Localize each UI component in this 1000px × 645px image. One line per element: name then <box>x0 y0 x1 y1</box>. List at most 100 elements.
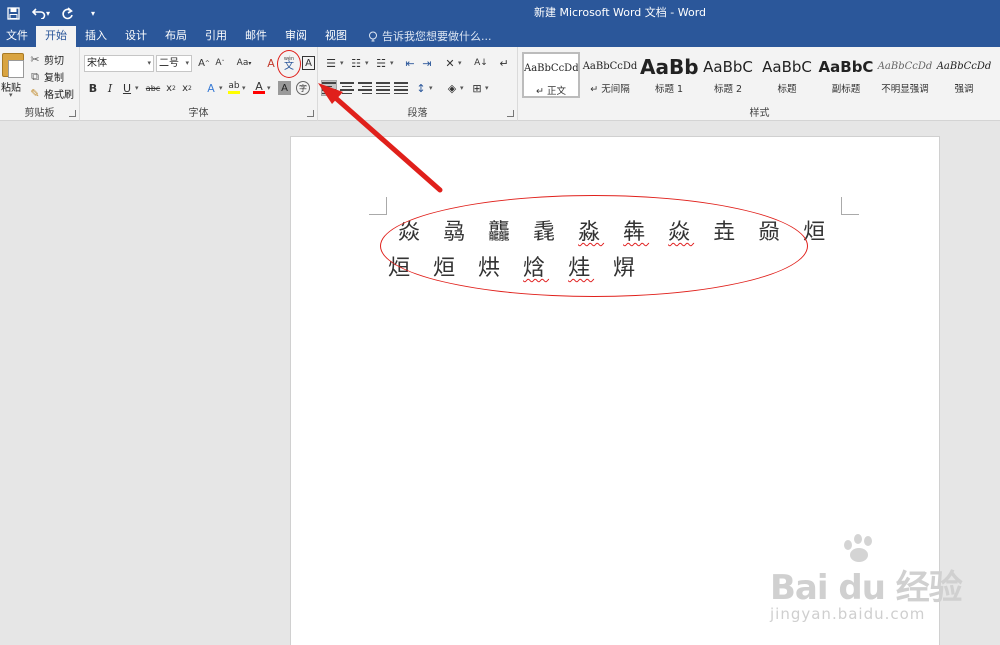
paragraph-group: ☰ ▾ ☷ ▾ ☵ ▾ ⇤ ⇥ ✕ ▾ A↓ ↵ ↕ ▾ ◈ ▾ ⊞ ▾ 段落 <box>318 47 518 121</box>
numbering-icon[interactable]: ☷ <box>347 55 365 71</box>
font-launcher-icon[interactable] <box>307 110 314 117</box>
title-bar: ▾ ▾ 新建 Microsoft Word 文档 - Word <box>0 0 1000 26</box>
font-color-dropdown-icon[interactable]: ▾ <box>267 84 271 92</box>
paw-icon <box>840 534 880 562</box>
align-right-icon[interactable] <box>357 80 373 96</box>
style-title[interactable]: AaBbC 标题 <box>758 52 816 98</box>
text-effects-icon[interactable]: A <box>203 80 219 96</box>
clipboard-group: 粘贴 ▾ ✂ 剪切 ⧉ 复制 ✎ 格式刷 剪贴板 <box>0 47 80 121</box>
align-center-icon[interactable] <box>339 80 355 96</box>
tab-file[interactable]: 文件 <box>0 26 36 47</box>
copy-button[interactable]: ⧉ 复制 <box>29 68 64 85</box>
line-spacing-icon[interactable]: ↕ <box>413 80 429 96</box>
format-painter-label: 格式刷 <box>44 90 74 101</box>
font-size-combo[interactable]: 二号 ▾ <box>156 55 192 72</box>
borders-dropdown-icon[interactable]: ▾ <box>485 84 489 92</box>
line-spacing-dropdown-icon[interactable]: ▾ <box>429 84 433 92</box>
underline-dropdown-icon[interactable]: ▾ <box>135 84 139 92</box>
style-preview: AaBbC <box>818 58 874 76</box>
bullets-dropdown-icon[interactable]: ▾ <box>340 59 344 67</box>
scissors-icon: ✂ <box>30 52 40 66</box>
style-emphasis[interactable]: AaBbCcDd 强调 <box>935 52 993 98</box>
margin-corner-top-right <box>841 197 859 215</box>
style-name: 标题 2 <box>713 84 743 95</box>
format-painter-button[interactable]: ✎ 格式刷 <box>29 85 74 102</box>
tab-references[interactable]: 引用 <box>196 26 236 47</box>
numbering-dropdown-icon[interactable]: ▾ <box>365 59 369 67</box>
tab-mailings[interactable]: 邮件 <box>236 26 276 47</box>
style-name: 强调 <box>954 84 974 95</box>
sort-icon[interactable]: A↓ <box>473 55 489 71</box>
style-preview: AaBbCcDd <box>936 61 992 72</box>
borders-icon[interactable]: ⊞ <box>469 80 485 96</box>
change-case-icon[interactable]: Aa ▾ <box>233 55 255 71</box>
highlight-dropdown-icon[interactable]: ▾ <box>242 84 246 92</box>
tab-home[interactable]: 开始 <box>36 26 76 47</box>
paste-icon[interactable] <box>2 53 24 78</box>
chevron-down-icon: ▾ <box>185 59 189 67</box>
font-color-icon[interactable]: A <box>251 78 267 94</box>
chinese-layout-icon[interactable]: ✕ <box>442 55 458 71</box>
distributed-icon[interactable] <box>393 80 409 96</box>
styles-group: AaBbCcDd ↵ 正文 AaBbCcDd ↵ 无间隔 AaBb 标题 1 A… <box>519 47 1000 121</box>
highlight-icon[interactable]: ab <box>226 78 242 94</box>
shading-dropdown-icon[interactable]: ▾ <box>460 84 464 92</box>
style-heading-2[interactable]: AaBbC 标题 2 <box>699 52 757 98</box>
cut-button[interactable]: ✂ 剪切 <box>29 51 64 68</box>
multilevel-list-icon[interactable]: ☵ <box>372 55 390 71</box>
strikethrough-icon[interactable]: abc <box>144 80 162 96</box>
font-size-value: 二号 <box>159 58 179 69</box>
ribbon: 粘贴 ▾ ✂ 剪切 ⧉ 复制 ✎ 格式刷 剪贴板 宋体 ▾ 二号 ▾ A ^ Aˇ… <box>0 47 1000 121</box>
style-preview: AaBbCcDd <box>877 61 933 72</box>
font-name-value: 宋体 <box>87 58 107 69</box>
style-name: 标题 1 <box>654 84 684 95</box>
tab-design[interactable]: 设计 <box>116 26 156 47</box>
style-no-spacing[interactable]: AaBbCcDd ↵ 无间隔 <box>581 52 639 98</box>
tab-layout[interactable]: 布局 <box>156 26 196 47</box>
style-heading-1[interactable]: AaBb 标题 1 <box>640 52 698 98</box>
watermark-logo: Bai du 经验 <box>770 568 963 608</box>
bullets-icon[interactable]: ☰ <box>322 55 340 71</box>
tell-me-text: 告诉我您想要做什么... <box>382 29 492 43</box>
underline-icon[interactable]: U <box>119 80 135 96</box>
paste-dropdown-icon[interactable]: ▾ <box>9 91 13 99</box>
decrease-indent-icon[interactable]: ⇤ <box>402 55 418 71</box>
increase-indent-icon[interactable]: ⇥ <box>419 55 435 71</box>
tell-me-box[interactable]: 告诉我您想要做什么... <box>368 26 492 47</box>
style-preview: AaBbCcDd <box>524 63 578 74</box>
paragraph-launcher-icon[interactable] <box>507 110 514 117</box>
ribbon-tabs: 文件 开始 插入 设计 布局 引用 邮件 审阅 视图 告诉我您想要做什么... <box>0 26 1000 47</box>
subscript-icon[interactable]: x2 <box>163 80 179 96</box>
text-effects-dropdown-icon[interactable]: ▾ <box>219 84 223 92</box>
style-name: 标题 <box>777 84 797 95</box>
shrink-font-icon[interactable]: Aˇ <box>212 55 228 71</box>
style-subtle-emphasis[interactable]: AaBbCcDd 不明显强调 <box>876 52 934 98</box>
style-name: ↵ 正文 <box>536 86 566 97</box>
multilevel-dropdown-icon[interactable]: ▾ <box>390 59 394 67</box>
italic-icon[interactable]: I <box>102 80 118 96</box>
chinese-layout-dropdown-icon[interactable]: ▾ <box>458 59 462 67</box>
character-border-icon[interactable]: A <box>302 56 315 70</box>
shading-icon[interactable]: ◈ <box>444 80 460 96</box>
paintbrush-icon: ✎ <box>30 86 40 100</box>
style-name: ↵ 无间隔 <box>590 84 630 95</box>
clipboard-launcher-icon[interactable] <box>69 110 76 117</box>
superscript-icon[interactable]: x2 <box>179 80 195 96</box>
tab-review[interactable]: 审阅 <box>276 26 316 47</box>
tab-view[interactable]: 视图 <box>316 26 356 47</box>
bold-icon[interactable]: B <box>85 80 101 96</box>
copy-icon: ⧉ <box>31 69 39 83</box>
style-preview: AaBbC <box>762 58 812 76</box>
show-marks-icon[interactable]: ↵ <box>496 55 512 71</box>
style-normal[interactable]: AaBbCcDd ↵ 正文 <box>522 52 580 98</box>
style-subtitle[interactable]: AaBbC 副标题 <box>817 52 875 98</box>
align-left-icon[interactable] <box>321 80 337 96</box>
grow-font-icon[interactable]: A ^ <box>196 55 212 71</box>
enclose-characters-icon[interactable]: 字 <box>296 81 310 95</box>
paragraph-group-label: 段落 <box>407 108 428 119</box>
clipboard-group-label: 剪贴板 <box>24 108 55 119</box>
font-name-combo[interactable]: 宋体 ▾ <box>84 55 154 72</box>
tab-insert[interactable]: 插入 <box>76 26 116 47</box>
character-shading-icon[interactable]: A <box>278 81 291 95</box>
justify-icon[interactable] <box>375 80 391 96</box>
